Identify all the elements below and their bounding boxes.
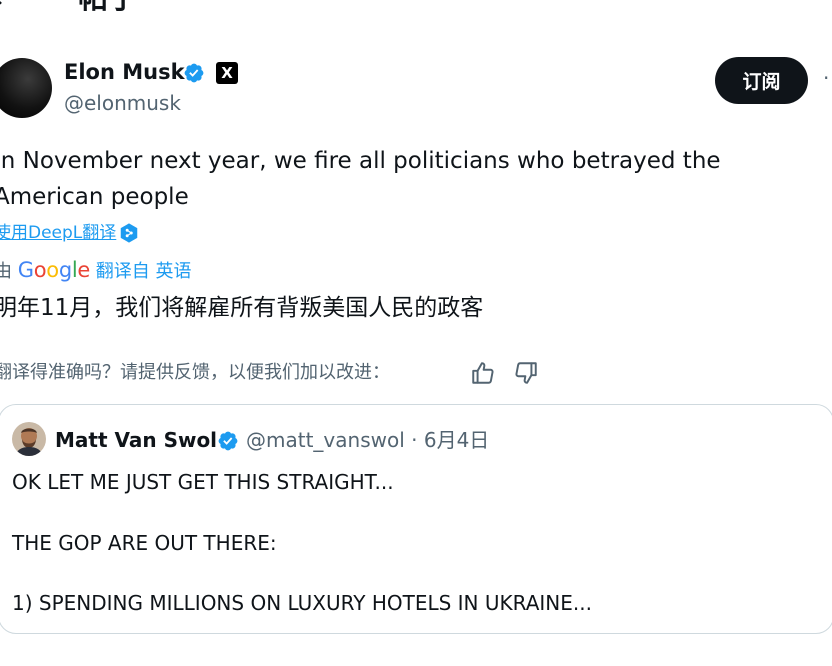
author-name[interactable]: Elon Musk xyxy=(64,59,185,85)
quoted-tweet-body: OK LET ME JUST GET THIS STRAIGHT... THE … xyxy=(12,467,812,618)
arrow-left-icon[interactable]: ← xyxy=(0,0,16,12)
author-handle[interactable]: @elonmusk xyxy=(64,91,181,115)
quoted-line: THE GOP ARE OUT THERE: xyxy=(12,530,277,555)
quoted-author-handle[interactable]: @matt_vanswol xyxy=(246,428,405,452)
google-translate-attribution[interactable]: 由 Google 翻译自 英语 xyxy=(0,257,192,285)
avatar[interactable] xyxy=(0,58,52,118)
quoted-date[interactable]: 6月4日 xyxy=(424,428,489,452)
by-label: 由 xyxy=(0,261,12,282)
thumbs-up-icon[interactable] xyxy=(470,360,496,386)
verified-badge-icon xyxy=(184,63,204,83)
translated-from-label: 翻译自 英语 xyxy=(95,261,192,282)
quoted-meta: @matt_vanswol · 6月4日 xyxy=(246,427,489,453)
quoted-author-name[interactable]: Matt Van Swol xyxy=(55,427,217,453)
verified-badge-icon xyxy=(218,431,238,451)
quoted-line: OK LET ME JUST GET THIS STRAIGHT... xyxy=(12,470,394,494)
more-icon[interactable]: · xyxy=(823,66,829,90)
quoted-author-avatar[interactable] xyxy=(12,422,46,456)
subscribe-button[interactable]: 订阅 xyxy=(715,57,808,104)
meta-separator: · xyxy=(411,428,418,452)
x-affiliation-badge: X xyxy=(216,62,238,84)
deepl-logo-icon xyxy=(120,223,138,243)
deepl-translate-link[interactable]: 使用DeepL翻译 xyxy=(0,222,116,244)
tweet-text: In November next year, we fire all polit… xyxy=(0,148,721,210)
translation-feedback-prompt: 翻译得准确吗？请提供反馈，以便我们加以改进： xyxy=(0,362,390,383)
thumbs-down-icon[interactable] xyxy=(513,360,539,386)
page-title: 帖子 xyxy=(78,0,138,14)
translated-text: 明年11月，我们将解雇所有背叛美国人民的政客 xyxy=(0,295,484,321)
quoted-line: 1) SPENDING MILLIONS ON LUXURY HOTELS IN… xyxy=(12,591,592,615)
google-logo: Google xyxy=(17,258,91,282)
